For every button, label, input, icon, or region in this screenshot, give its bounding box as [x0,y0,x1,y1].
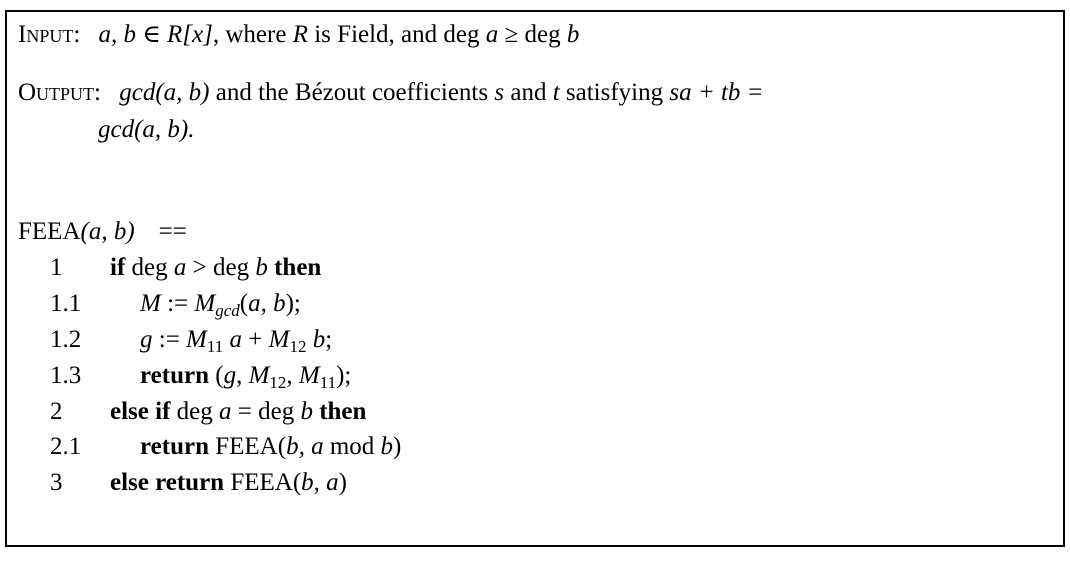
step-number: 1.3 [50,362,82,389]
deg-op: deg [443,21,486,48]
output-text: and the Bézout coefficients [209,79,495,106]
keyword: then [312,398,367,425]
code-token: M [268,326,290,353]
input-label: Input: [18,21,81,48]
code-token: b, a [286,433,324,460]
step-number: 1.1 [50,290,82,317]
code-token: b [300,398,313,425]
code-token: + [242,326,269,353]
ring: R[x] [167,21,213,48]
step-code: else if deg a = deg b then [110,397,366,427]
var-b: b [566,21,580,48]
bezout-equation: sa + tb = [669,79,764,106]
code-token: , [286,362,299,389]
code-token: ) [338,469,347,496]
step-number: 2 [50,398,63,425]
step-code: else return FEEA(b, a) [110,468,347,498]
input-text: , where [212,21,293,48]
gcd-expr: gcd(a, b). [98,116,195,143]
step-number: 2.1 [50,433,82,460]
step-code: return (g, M12, M11); [140,361,351,391]
code-token: a [223,326,243,353]
input-vars: a, b [98,21,137,48]
step-number: 3 [50,469,63,496]
code-token: b [255,254,268,281]
keyword: else return [110,469,225,496]
keyword: then [267,254,322,281]
code-token: ( [239,290,249,317]
definition-symbol: == [158,218,187,245]
code-token: a [219,398,232,425]
keyword: else if [110,398,171,425]
code-token: M [248,362,270,389]
elem-symbol: ∈ [142,21,161,48]
function-name: FEEA [18,218,81,245]
code-token: a, b [248,290,286,317]
code-token: M [298,362,320,389]
code-token: := [152,326,187,353]
code-token: deg [170,398,219,425]
step-code: M := Mgcd(a, b); [140,289,301,319]
input-text: is Field, and [307,21,444,48]
code-token: := [160,290,195,317]
code-token: g [223,362,237,389]
code-token: gcd [215,301,240,320]
step-code: g := M11 a + M12 b; [140,325,332,355]
deg-op: deg [524,21,567,48]
geq-symbol: ≥ [498,21,525,48]
var-a: a [485,21,499,48]
keyword: if [110,254,126,281]
output-line: Output: gcd(a, b) and the Bézout coeffic… [18,78,1048,108]
code-token: ); [336,362,352,389]
ring-symbol: R [292,21,308,48]
code-token: ) [393,433,402,460]
code-token: 11 [206,337,224,356]
code-token: FEEA( [208,433,287,460]
code-token: deg [125,254,174,281]
code-token: g [140,326,153,353]
step-code: return FEEA(b, a mod b) [140,432,401,462]
code-token: , [236,362,249,389]
step-code: if deg a > deg b then [110,253,321,283]
code-token: = deg [231,398,301,425]
code-token: ); [285,290,301,317]
step-number: 1.2 [50,326,82,353]
output-text: and [504,79,553,106]
code-token: M [194,290,216,317]
code-token: a [173,254,187,281]
algorithm-header: FEEA(a, b) == [18,217,187,247]
code-token: b [380,433,394,460]
var-t: t [552,79,560,106]
code-token: 12 [289,337,307,356]
gcd-expr: gcd(a, b) [119,79,210,106]
code-token: FEEA( [224,469,302,496]
keyword: return [140,433,209,460]
code-token: M [140,290,161,317]
output-line-cont: gcd(a, b). [98,115,195,145]
function-args: (a, b) [80,218,135,245]
code-token: b [306,326,326,353]
var-s: s [494,79,505,106]
code-token: b, a [301,469,339,496]
code-token: 11 [319,373,337,392]
code-token: mod [323,433,381,460]
output-text: satisfying [559,79,670,106]
input-line: Input: a, b ∈ R[x], where R is Field, an… [18,20,579,50]
code-token: > deg [186,254,256,281]
output-label: Output: [18,79,101,106]
keyword: return [140,362,209,389]
code-token: ; [325,326,333,353]
code-token: ( [208,362,224,389]
code-token: 12 [269,373,287,392]
code-token: M [186,326,207,353]
step-number: 1 [50,254,63,281]
